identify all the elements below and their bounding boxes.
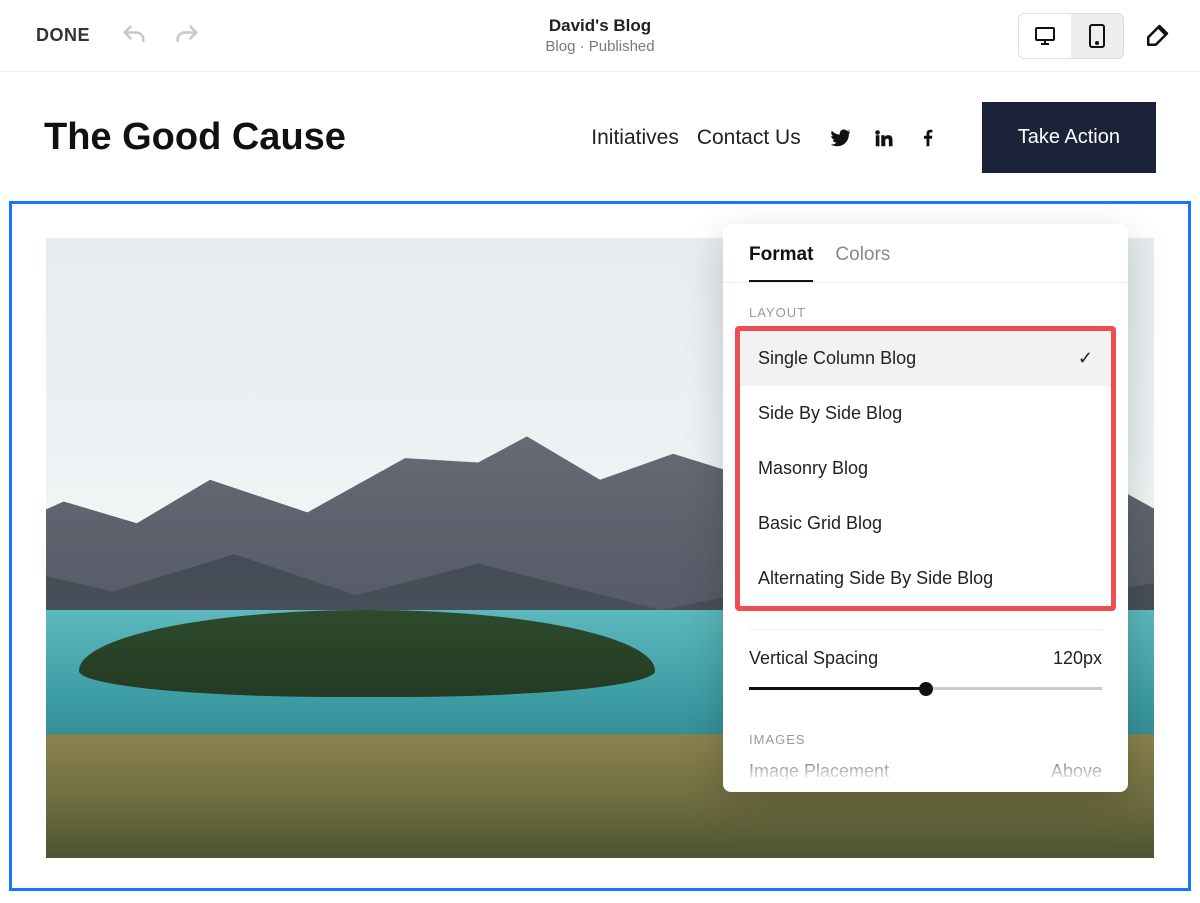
tab-format[interactable]: Format (749, 244, 813, 282)
layout-options-highlight: Single Column Blog ✓ Side By Side Blog M… (735, 326, 1116, 611)
layout-section-label: LAYOUT (723, 283, 1128, 320)
toolbar-center: David's Blog Blog · Published (545, 16, 654, 55)
selected-section[interactable]: Format Colors LAYOUT Single Column Blog … (9, 201, 1191, 891)
mobile-view-button[interactable] (1071, 14, 1123, 58)
slider-header: Vertical Spacing 120px (749, 648, 1102, 669)
facebook-link[interactable] (917, 127, 939, 149)
layout-option-label: Single Column Blog (758, 348, 916, 369)
canvas: The Good Cause Initiatives Contact Us Ta… (0, 72, 1200, 891)
layout-option-side-by-side[interactable]: Side By Side Blog (740, 386, 1111, 441)
twitter-icon (829, 127, 851, 149)
vertical-spacing-control: Vertical Spacing 120px (723, 648, 1128, 690)
image-placement-value: Above (1051, 761, 1102, 782)
editor-toolbar: DONE David's Blog Blog · Published (0, 0, 1200, 72)
twitter-link[interactable] (829, 127, 851, 149)
vertical-spacing-slider[interactable] (749, 687, 1102, 690)
panel-tabs: Format Colors (723, 224, 1128, 283)
site-title: The Good Cause (44, 116, 346, 159)
mobile-icon (1088, 23, 1106, 49)
image-placement-row[interactable]: Image Placement Above (723, 747, 1128, 782)
slider-thumb[interactable] (919, 682, 933, 696)
page-meta: Blog · Published (545, 38, 654, 55)
image-placement-label: Image Placement (749, 761, 889, 782)
layout-option-label: Side By Side Blog (758, 403, 902, 424)
site-nav: Initiatives Contact Us Take Action (591, 102, 1156, 173)
redo-icon (173, 22, 201, 50)
paintbrush-button[interactable] (1142, 21, 1172, 51)
linkedin-link[interactable] (873, 127, 895, 149)
facebook-icon (917, 127, 939, 149)
desktop-view-button[interactable] (1019, 14, 1071, 58)
layout-option-alternating[interactable]: Alternating Side By Side Blog (740, 551, 1111, 606)
layout-option-label: Masonry Blog (758, 458, 868, 479)
layout-option-masonry[interactable]: Masonry Blog (740, 441, 1111, 496)
undo-icon (120, 22, 148, 50)
desktop-icon (1033, 24, 1057, 48)
tab-colors[interactable]: Colors (835, 244, 890, 282)
page-name: David's Blog (545, 16, 654, 36)
linkedin-icon (873, 127, 895, 149)
panel-divider (749, 629, 1102, 630)
done-button[interactable]: DONE (36, 25, 90, 46)
vertical-spacing-label: Vertical Spacing (749, 648, 878, 669)
layout-option-basic-grid[interactable]: Basic Grid Blog (740, 496, 1111, 551)
images-section-label: IMAGES (723, 702, 1128, 747)
check-icon: ✓ (1078, 348, 1093, 369)
history-buttons (120, 22, 201, 50)
nav-link-contact[interactable]: Contact Us (697, 126, 801, 150)
cta-button[interactable]: Take Action (982, 102, 1156, 173)
device-toggle (1018, 13, 1124, 59)
paintbrush-icon (1142, 21, 1172, 51)
social-icons (829, 127, 939, 149)
toolbar-left: DONE (36, 22, 201, 50)
site-header: The Good Cause Initiatives Contact Us Ta… (0, 72, 1200, 201)
layout-option-single-column[interactable]: Single Column Blog ✓ (740, 331, 1111, 386)
layout-option-label: Alternating Side By Side Blog (758, 568, 993, 589)
format-panel: Format Colors LAYOUT Single Column Blog … (723, 224, 1128, 792)
vertical-spacing-value: 120px (1053, 648, 1102, 669)
redo-button[interactable] (173, 22, 201, 50)
slider-fill (749, 687, 926, 690)
toolbar-right (1018, 13, 1172, 59)
undo-button[interactable] (120, 22, 148, 50)
nav-link-initiatives[interactable]: Initiatives (591, 126, 679, 150)
layout-option-label: Basic Grid Blog (758, 513, 882, 534)
